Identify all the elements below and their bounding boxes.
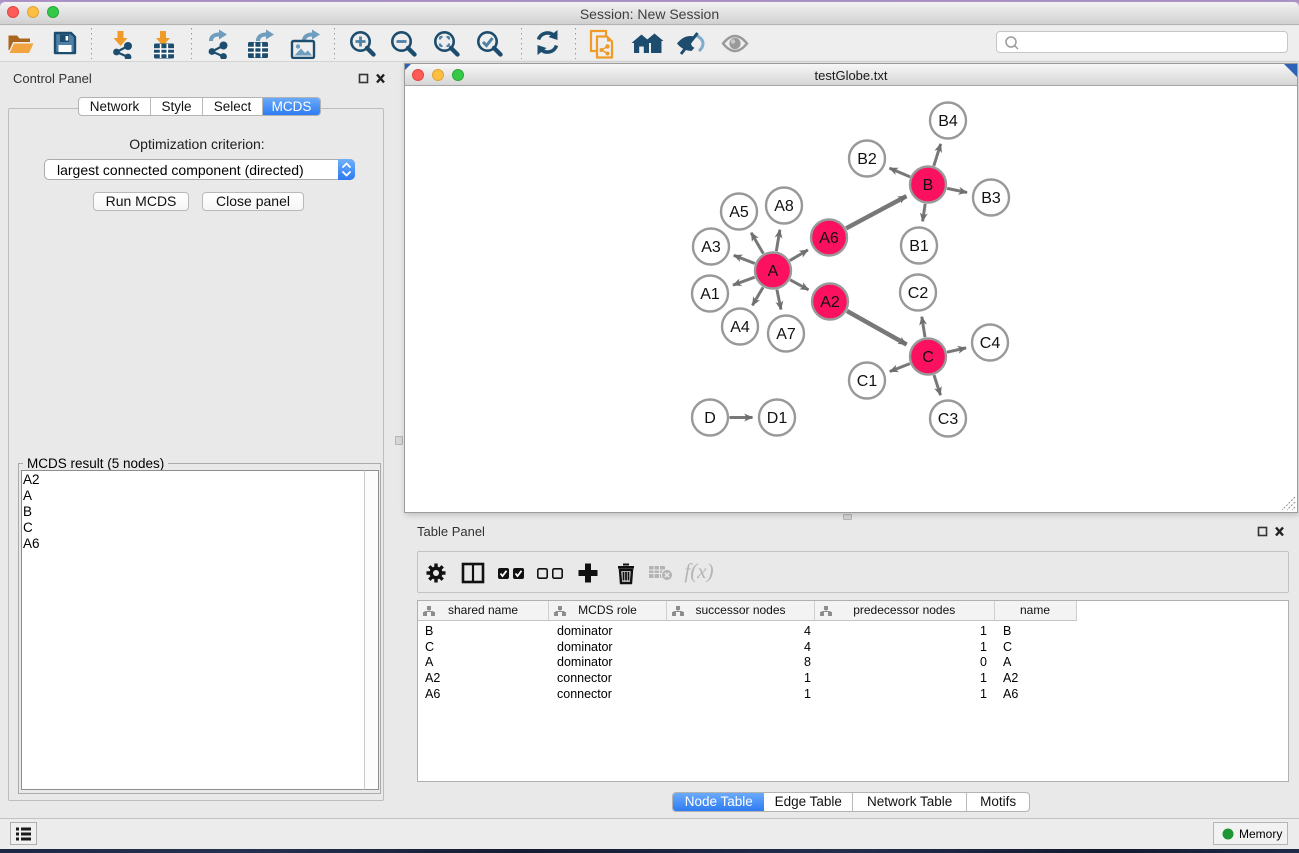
- svg-text:B3: B3: [981, 190, 1001, 207]
- svg-text:A6: A6: [819, 230, 839, 247]
- svg-text:B: B: [923, 177, 934, 194]
- svg-text:C4: C4: [980, 335, 1001, 352]
- svg-text:A4: A4: [730, 319, 750, 336]
- svg-text:D: D: [704, 410, 716, 427]
- svg-text:C: C: [922, 349, 934, 366]
- svg-text:C2: C2: [908, 285, 929, 302]
- svg-text:A3: A3: [701, 239, 721, 256]
- svg-text:B1: B1: [909, 238, 929, 255]
- svg-text:B2: B2: [857, 151, 877, 168]
- svg-text:A1: A1: [700, 286, 720, 303]
- svg-text:C3: C3: [938, 411, 959, 428]
- svg-text:B4: B4: [938, 113, 958, 130]
- svg-text:A: A: [768, 263, 779, 280]
- svg-text:A5: A5: [729, 204, 749, 221]
- svg-text:D1: D1: [767, 410, 788, 427]
- svg-text:C1: C1: [857, 373, 878, 390]
- svg-text:A2: A2: [820, 294, 840, 311]
- svg-text:A7: A7: [776, 326, 796, 343]
- svg-text:A8: A8: [774, 198, 794, 215]
